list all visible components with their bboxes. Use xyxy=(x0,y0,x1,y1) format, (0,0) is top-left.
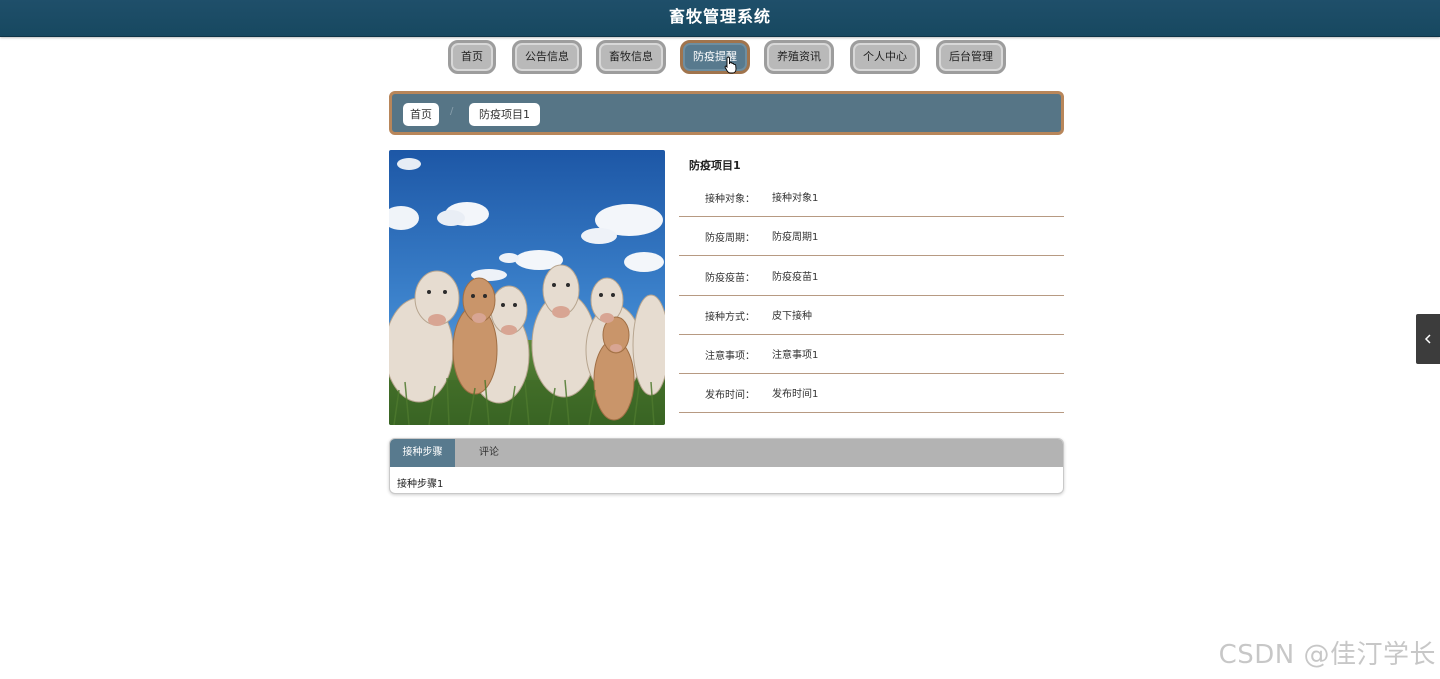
breadcrumb-separator: / xyxy=(450,106,454,117)
tab-strip: 接种步骤 评论 xyxy=(390,439,1063,467)
detail-tabs: 接种步骤 评论 接种步骤1 xyxy=(389,438,1064,494)
breadcrumb-current: 防疫项目1 xyxy=(469,103,540,126)
field-label: 防疫周期： xyxy=(705,233,755,244)
field-value: 注意事项1 xyxy=(772,350,819,361)
tab-vaccination-steps[interactable]: 接种步骤 xyxy=(390,439,455,467)
main-nav: 首页 公告信息 畜牧信息 防疫提醒 养殖资讯 个人中心 后台管理 xyxy=(0,40,1440,74)
hand-cursor-icon xyxy=(724,56,737,74)
field-value: 防疫疫苗1 xyxy=(772,272,819,283)
field-value: 发布时间1 xyxy=(772,389,819,400)
field-value: 防疫周期1 xyxy=(772,232,819,243)
detail-row-vaccination-target: 接种对象： 接种对象1 xyxy=(679,177,1064,217)
field-label: 防疫疫苗： xyxy=(705,273,755,284)
nav-item-announcements[interactable]: 公告信息 xyxy=(512,40,582,74)
watermark: CSDN @佳汀学长 xyxy=(1218,640,1436,670)
field-label: 发布时间： xyxy=(705,390,755,401)
field-value: 接种对象1 xyxy=(772,193,819,204)
nav-item-home[interactable]: 首页 xyxy=(448,40,496,74)
nav-item-livestock[interactable]: 畜牧信息 xyxy=(596,40,666,74)
field-label: 注意事项： xyxy=(705,351,755,362)
detail-row-vaccination-method: 接种方式： 皮下接种 xyxy=(679,295,1064,335)
nav-item-epidemic-reminder[interactable]: 防疫提醒 xyxy=(680,40,750,74)
nav-item-personal-center[interactable]: 个人中心 xyxy=(850,40,920,74)
detail-row-vaccine: 防疫疫苗： 防疫疫苗1 xyxy=(679,256,1064,296)
header-bar: 畜牧管理系统 xyxy=(0,0,1440,37)
detail-title: 防疫项目1 xyxy=(689,159,741,172)
detail-row-epidemic-cycle: 防疫周期： 防疫周期1 xyxy=(679,216,1064,256)
detail-row-publish-time: 发布时间： 发布时间1 xyxy=(679,373,1064,413)
chevron-left-icon xyxy=(1424,334,1431,344)
breadcrumb-home[interactable]: 首页 xyxy=(403,103,439,126)
tab-content: 接种步骤1 xyxy=(397,479,444,490)
side-toggle-button[interactable] xyxy=(1416,314,1440,364)
field-label: 接种方式： xyxy=(705,312,755,323)
tab-comments[interactable]: 评论 xyxy=(468,439,510,467)
app-title: 畜牧管理系统 xyxy=(668,7,771,26)
field-label: 接种对象： xyxy=(705,194,755,205)
nav-item-breeding-news[interactable]: 养殖资讯 xyxy=(764,40,834,74)
field-value: 皮下接种 xyxy=(772,311,812,322)
breadcrumb: 首页 / 防疫项目1 xyxy=(389,91,1064,135)
detail-row-notes: 注意事项： 注意事项1 xyxy=(679,334,1064,374)
livestock-photo xyxy=(389,150,665,425)
nav-item-admin[interactable]: 后台管理 xyxy=(936,40,1006,74)
